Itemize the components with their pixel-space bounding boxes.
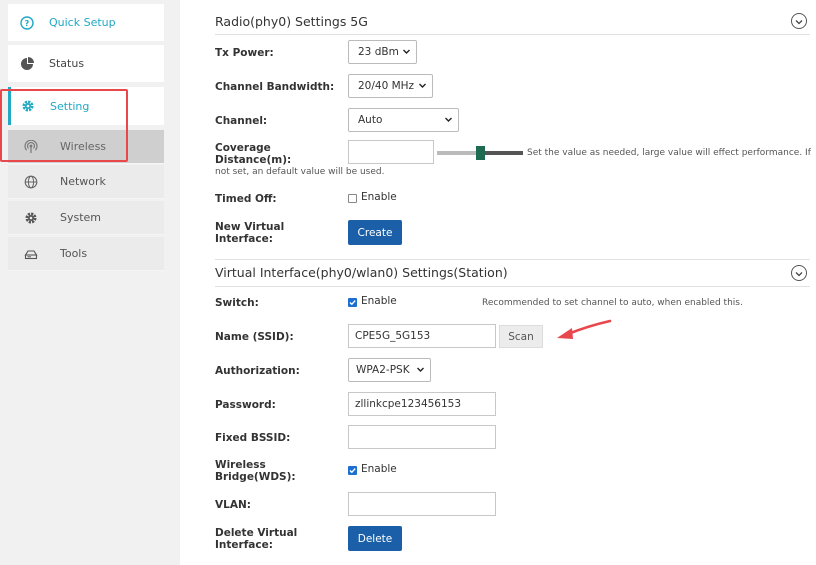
new-virtual-interface-label: New Virtual Interface: (215, 221, 285, 245)
annotation-arrow-icon (557, 319, 612, 339)
section-divider (215, 286, 810, 287)
authorization-select[interactable]: WPA2-PSK (348, 358, 431, 382)
password-input[interactable]: zllinkcpe123456153 (348, 392, 496, 416)
section-divider (215, 259, 810, 260)
vlan-label: VLAN: (215, 499, 251, 511)
channel-bandwidth-label: Channel Bandwidth: (215, 81, 335, 93)
section-divider (215, 34, 810, 35)
select-value: Auto (358, 114, 383, 126)
sidebar-item-label: Tools (60, 247, 88, 260)
sidebar-item-network[interactable]: Network (8, 165, 164, 199)
sidebar-item-tools[interactable]: Tools (8, 237, 164, 271)
sidebar-item-label: Setting (50, 99, 90, 113)
authorization-label: Authorization: (215, 365, 300, 377)
ssid-input[interactable]: CPE5G_5G153 (348, 324, 496, 348)
sidebar-item-label: Wireless (60, 140, 107, 153)
gear-icon (21, 99, 35, 113)
wds-label: Wireless Bridge(WDS): (215, 459, 296, 483)
help-circle-icon: ? (20, 15, 34, 30)
tx-power-label: Tx Power: (215, 47, 274, 59)
collapse-toggle-virtual[interactable] (791, 265, 807, 281)
switch-enable-label: Enable (361, 295, 397, 307)
chevron-down-icon (794, 264, 804, 283)
sidebar-item-wireless[interactable]: Wireless (8, 130, 164, 164)
delete-virtual-interface-label: Delete Virtual Interface: (215, 527, 298, 551)
fixed-bssid-label: Fixed BSSID: (215, 432, 291, 444)
channel-select[interactable]: Auto (348, 108, 459, 132)
sidebar-item-label: Status (49, 57, 85, 70)
chevron-down-icon (444, 115, 453, 127)
create-button[interactable]: Create (348, 220, 402, 245)
wireless-antenna-icon (24, 139, 38, 154)
chevron-down-icon (794, 12, 804, 31)
chevron-down-icon (418, 81, 427, 93)
select-value: 20/40 MHz (358, 80, 415, 92)
sidebar-item-status[interactable]: Status (8, 45, 164, 82)
chevron-down-icon (416, 365, 425, 377)
switch-note: Recommended to set channel to auto, when… (482, 298, 743, 308)
scan-button[interactable]: Scan (499, 325, 543, 348)
coverage-note-line1: Set the value as needed, large value wil… (527, 148, 811, 158)
virtual-section-title: Virtual Interface(phy0/wlan0) Settings(S… (215, 265, 508, 280)
sidebar-item-setting[interactable]: Setting (8, 87, 164, 125)
coverage-distance-label: Coverage Distance(m): (215, 142, 292, 166)
timed-off-enable-label: Enable (361, 191, 397, 203)
channel-label: Channel: (215, 115, 268, 127)
tx-power-select[interactable]: 23 dBm (348, 40, 417, 64)
password-label: Password: (215, 399, 276, 411)
wds-checkbox[interactable] (348, 466, 357, 475)
sidebar-item-quick-setup[interactable]: ? Quick Setup (8, 4, 164, 41)
channel-bandwidth-select[interactable]: 20/40 MHz (348, 74, 433, 98)
fixed-bssid-input[interactable] (348, 425, 496, 449)
timed-off-label: Timed Off: (215, 193, 277, 205)
radio-section-title: Radio(phy0) Settings 5G (215, 14, 368, 29)
switch-label: Switch: (215, 297, 259, 309)
gear-icon (24, 211, 38, 225)
sidebar-item-system[interactable]: System (8, 201, 164, 235)
wds-enable-label: Enable (361, 463, 397, 475)
router-icon (24, 247, 38, 261)
main-panel: Radio(phy0) Settings 5G Tx Power: 23 dBm… (180, 0, 816, 565)
select-value: WPA2-PSK (356, 364, 410, 376)
slider-handle[interactable] (476, 146, 485, 160)
vlan-input[interactable] (348, 492, 496, 516)
sidebar-item-label: Quick Setup (49, 16, 116, 29)
sidebar: ? Quick Setup Status Setting Wireless Ne… (0, 0, 180, 565)
sidebar-item-label: System (60, 211, 102, 224)
coverage-distance-input[interactable] (348, 140, 434, 164)
ssid-label: Name (SSID): (215, 331, 294, 343)
coverage-note-line2: not set, an default value will be used. (215, 167, 385, 177)
pie-chart-icon (20, 56, 34, 71)
chevron-down-icon (402, 47, 411, 59)
timed-off-checkbox[interactable] (348, 194, 357, 203)
collapse-toggle-radio[interactable] (791, 13, 807, 29)
svg-text:?: ? (25, 19, 30, 28)
select-value: 23 dBm (358, 46, 399, 58)
globe-icon (24, 175, 38, 189)
delete-button[interactable]: Delete (348, 526, 402, 551)
switch-checkbox[interactable] (348, 298, 357, 307)
sidebar-item-label: Network (60, 175, 106, 188)
